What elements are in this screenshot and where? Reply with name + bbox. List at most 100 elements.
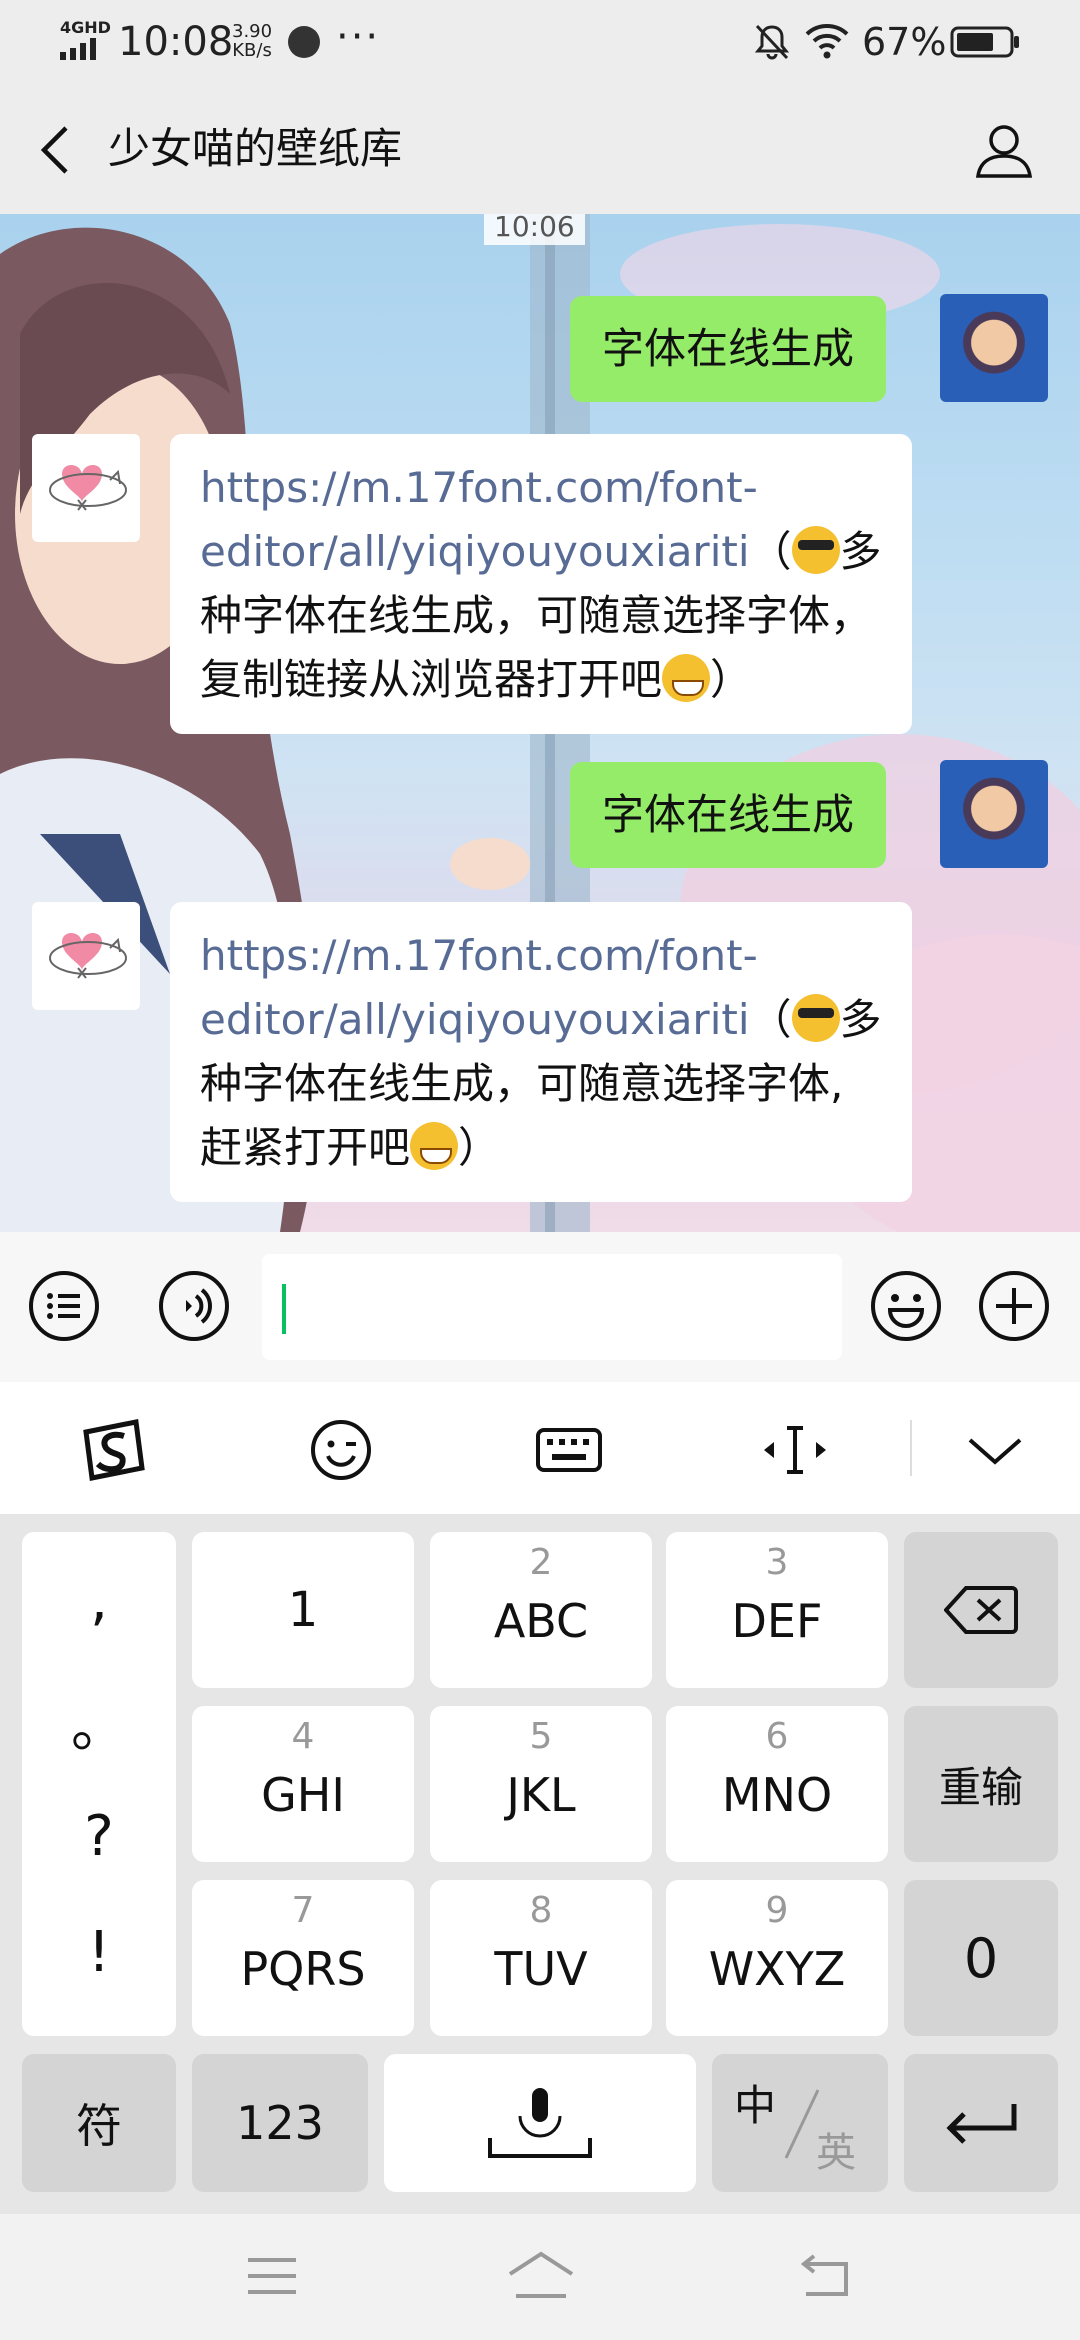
phone-screen: 4GHD 10:08 3.90 KB/s ··· 67% 少女喵的壁纸库 10:… [0,0,1080,2340]
enter-key[interactable] [904,2054,1058,2192]
user-profile-icon[interactable] [972,118,1036,182]
punct-exclaim[interactable]: ! [22,1920,176,1985]
key-number: 7 [291,1890,315,1931]
sunglasses-emoji-icon [791,994,840,1042]
sunglasses-emoji-icon [791,526,840,574]
message-text: 字体在线生成 [602,324,855,373]
grin-emoji-icon [410,1122,459,1170]
key-label: 0 [963,1926,999,1990]
key-3[interactable]: 3 DEF [666,1532,888,1688]
close-paren: ） [710,655,753,704]
text-caret [282,1284,286,1334]
key-letters: TUV [494,1942,588,1996]
backspace-icon [944,1586,1018,1634]
key-label: 1 [287,1582,319,1638]
back-icon[interactable] [30,120,80,180]
punct-period[interactable]: 。 [22,1682,176,1763]
reinput-key[interactable]: 重输 [904,1706,1058,1862]
message-bubble-incoming[interactable]: https://m.17font.com/font-editor/all/yiq… [170,434,912,734]
emoticon-icon[interactable] [306,1418,376,1482]
open-paren: （ [749,527,792,576]
message-bubble-outgoing[interactable]: 字体在线生成 [570,296,887,402]
numbers-key[interactable]: 123 [192,2054,368,2192]
add-icon[interactable] [978,1270,1050,1342]
key-number: 6 [765,1716,789,1757]
chat-area[interactable]: 10:06 字体在线生成 https://m.17font.com/font-e… [0,214,1080,1232]
key-5[interactable]: 5 JKL [430,1706,652,1862]
cursor-move-icon[interactable] [760,1418,830,1482]
symbols-key[interactable]: 符 [22,2054,176,2192]
message-bubble-outgoing[interactable]: 字体在线生成 [570,762,887,868]
key-number: 3 [765,1542,789,1583]
key-number: 5 [529,1716,553,1757]
input-bar [0,1232,1080,1382]
key-4[interactable]: 4 GHI [192,1706,414,1862]
key-0[interactable]: 0 [904,1880,1058,2036]
key-number: 8 [529,1890,553,1931]
punct-question[interactable]: ? [22,1804,176,1869]
voice-icon[interactable] [158,1270,230,1342]
cat-heart-icon [49,465,127,511]
key-6[interactable]: 6 MNO [666,1706,888,1862]
space-key[interactable] [384,2054,696,2192]
punct-comma[interactable]: , [22,1568,176,1633]
battery-percent: 67% [862,20,947,64]
key-2[interactable]: 2 ABC [430,1532,652,1688]
grin-emoji-icon [662,654,711,702]
menu-lines-icon[interactable] [242,2248,302,2304]
my-avatar[interactable] [940,760,1048,868]
backspace-key[interactable] [904,1532,1058,1688]
speed-value: 3.90 [232,21,273,42]
key-letters: ABC [493,1594,589,1648]
key-label: 重输 [938,1762,1023,1812]
keyboard-toolbar [0,1382,1080,1514]
status-time: 10:08 [118,19,234,65]
more-notifications-icon: ··· [336,14,381,60]
home-icon[interactable] [506,2248,576,2304]
key-7[interactable]: 7 PQRS [192,1880,414,2036]
back-nav-icon[interactable] [796,2248,856,2304]
key-9[interactable]: 9 WXYZ [666,1880,888,2036]
keyboard-switch-icon[interactable] [534,1418,604,1482]
network-speed: 3.90 KB/s [232,22,272,60]
key-1[interactable]: 1 [192,1532,414,1688]
cat-heart-icon [49,933,127,979]
hide-keyboard-chevron-icon[interactable] [960,1418,1030,1482]
navigation-bar [0,2214,1080,2340]
sogou-logo-icon[interactable] [78,1418,148,1482]
signal-icon [60,38,96,60]
my-avatar[interactable] [940,294,1048,402]
key-label: 123 [236,2096,324,2150]
key-number: 2 [529,1542,553,1583]
network-type: 4GHD [60,18,111,37]
key-8[interactable]: 8 TUV [430,1880,652,2036]
key-label: 符 [76,2099,122,2153]
menu-list-icon[interactable] [28,1270,100,1342]
message-link[interactable]: https://m.17font.com/font-editor/all/yiq… [200,931,758,1044]
page-title: 少女喵的壁纸库 [108,124,403,173]
open-paren: （ [749,995,792,1044]
punctuation-column[interactable]: , 。 ? ! [22,1532,176,2036]
contact-avatar[interactable] [32,434,140,542]
key-number: 9 [765,1890,789,1931]
speed-unit: KB/s [232,40,272,61]
contact-avatar[interactable] [32,902,140,1010]
lang-zh-label: 中 [734,2081,777,2130]
message-text: 字体在线生成 [602,790,855,839]
microphone-space-icon [488,2088,592,2158]
chat-header: 少女喵的壁纸库 [0,84,1080,214]
bell-muted-icon [754,24,790,60]
message-bubble-incoming[interactable]: https://m.17font.com/font-editor/all/yiq… [170,902,912,1202]
key-number: 4 [291,1716,315,1757]
t9-keyboard: , 。 ? ! 1 2 ABC 3 DEF 4 GHI 5 JKL 6 MNO … [0,1514,1080,2214]
language-switch-key[interactable]: 中 英 [712,2054,888,2192]
key-letters: MNO [721,1768,833,1822]
key-letters: GHI [261,1768,345,1822]
emoji-icon[interactable] [870,1270,942,1342]
message-link[interactable]: https://m.17font.com/font-editor/all/yiq… [200,463,758,576]
key-letters: DEF [731,1594,823,1648]
notification-icon [288,26,320,58]
status-bar: 4GHD 10:08 3.90 KB/s ··· 67% [0,0,1080,84]
enter-arrow-icon [946,2104,1017,2144]
message-input[interactable] [262,1254,842,1360]
